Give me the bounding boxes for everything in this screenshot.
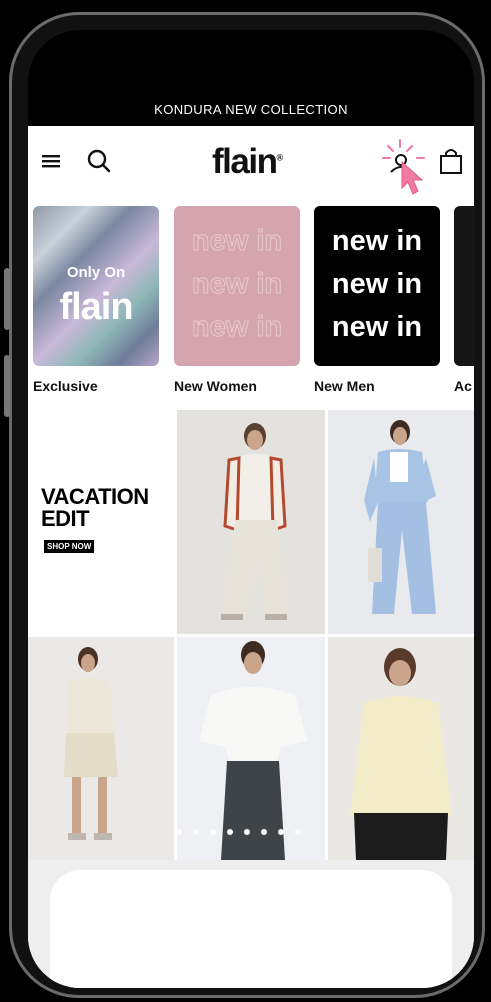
- story-new-women[interactable]: new in new in new in New Women: [174, 206, 300, 394]
- vacation-edit-banner[interactable]: VACATION EDIT SHOP NOW: [28, 410, 174, 634]
- story-label: Exclusive: [33, 378, 98, 394]
- story-thumb-logo: flain: [59, 286, 133, 328]
- carousel-dot[interactable]: [295, 829, 301, 835]
- bottom-section: [28, 860, 474, 988]
- shop-now-button[interactable]: SHOP NOW: [44, 540, 95, 553]
- product-card[interactable]: [328, 410, 474, 634]
- story-new-men[interactable]: new in new in new in New Men: [314, 206, 440, 394]
- brand-logo[interactable]: flain®: [212, 142, 283, 182]
- carousel-dots: [176, 826, 301, 838]
- bottom-card[interactable]: [50, 870, 452, 988]
- promo-title: VACATION EDIT: [41, 484, 149, 531]
- product-photo: [364, 420, 436, 614]
- product-grid: VACATION EDIT SHOP NOW: [28, 410, 474, 860]
- shopping-bag-icon[interactable]: [438, 146, 464, 176]
- story-thumbnail: [454, 206, 474, 366]
- menu-icon[interactable]: [40, 150, 62, 172]
- product-card[interactable]: [28, 637, 174, 860]
- carousel-dot[interactable]: [176, 829, 182, 835]
- carousel-dot[interactable]: [278, 829, 284, 835]
- story-thumb-text: new in: [191, 225, 283, 258]
- product-photo: [64, 647, 118, 840]
- header: flain®: [28, 126, 474, 202]
- phone-side-button: [4, 268, 10, 330]
- story-thumb-text: new in: [331, 225, 423, 257]
- carousel-dot[interactable]: [261, 829, 267, 835]
- screen: KONDURA NEW COLLECTION flain® Only On fl…: [28, 30, 474, 988]
- story-thumbnail: new in new in new in: [174, 206, 300, 366]
- story-thumbnail: Only On flain: [33, 206, 159, 366]
- product-card[interactable]: [177, 410, 325, 634]
- story-label: Ac: [454, 378, 472, 394]
- story-label: New Women: [174, 378, 257, 394]
- carousel-dot[interactable]: [210, 829, 216, 835]
- carousel-dot[interactable]: [244, 829, 250, 835]
- story-exclusive[interactable]: Only On flain Exclusive: [33, 206, 159, 394]
- search-icon[interactable]: [86, 148, 112, 174]
- story-thumb-text: Only On: [66, 264, 126, 281]
- page-content: flain® Only On flain Exclusive new in ne…: [28, 126, 474, 988]
- story-thumb-text: new in: [331, 311, 423, 343]
- story-thumb-text: new in: [191, 268, 283, 301]
- carousel-dot[interactable]: [227, 829, 233, 835]
- announcement-bar[interactable]: KONDURA NEW COLLECTION: [28, 92, 474, 126]
- user-icon[interactable]: [380, 138, 430, 208]
- story-accessories[interactable]: Ac: [454, 206, 474, 394]
- product-photo: [350, 648, 452, 860]
- story-thumb-text: new in: [191, 311, 283, 344]
- product-photo: [221, 423, 287, 620]
- story-carousel: Only On flain Exclusive new in new in ne…: [28, 206, 474, 406]
- carousel-dot[interactable]: [193, 829, 199, 835]
- product-card[interactable]: [328, 637, 474, 860]
- phone-side-button: [4, 355, 10, 417]
- story-thumb-text: new in: [331, 268, 423, 300]
- story-label: New Men: [314, 378, 375, 394]
- story-thumbnail: new in new in new in: [314, 206, 440, 366]
